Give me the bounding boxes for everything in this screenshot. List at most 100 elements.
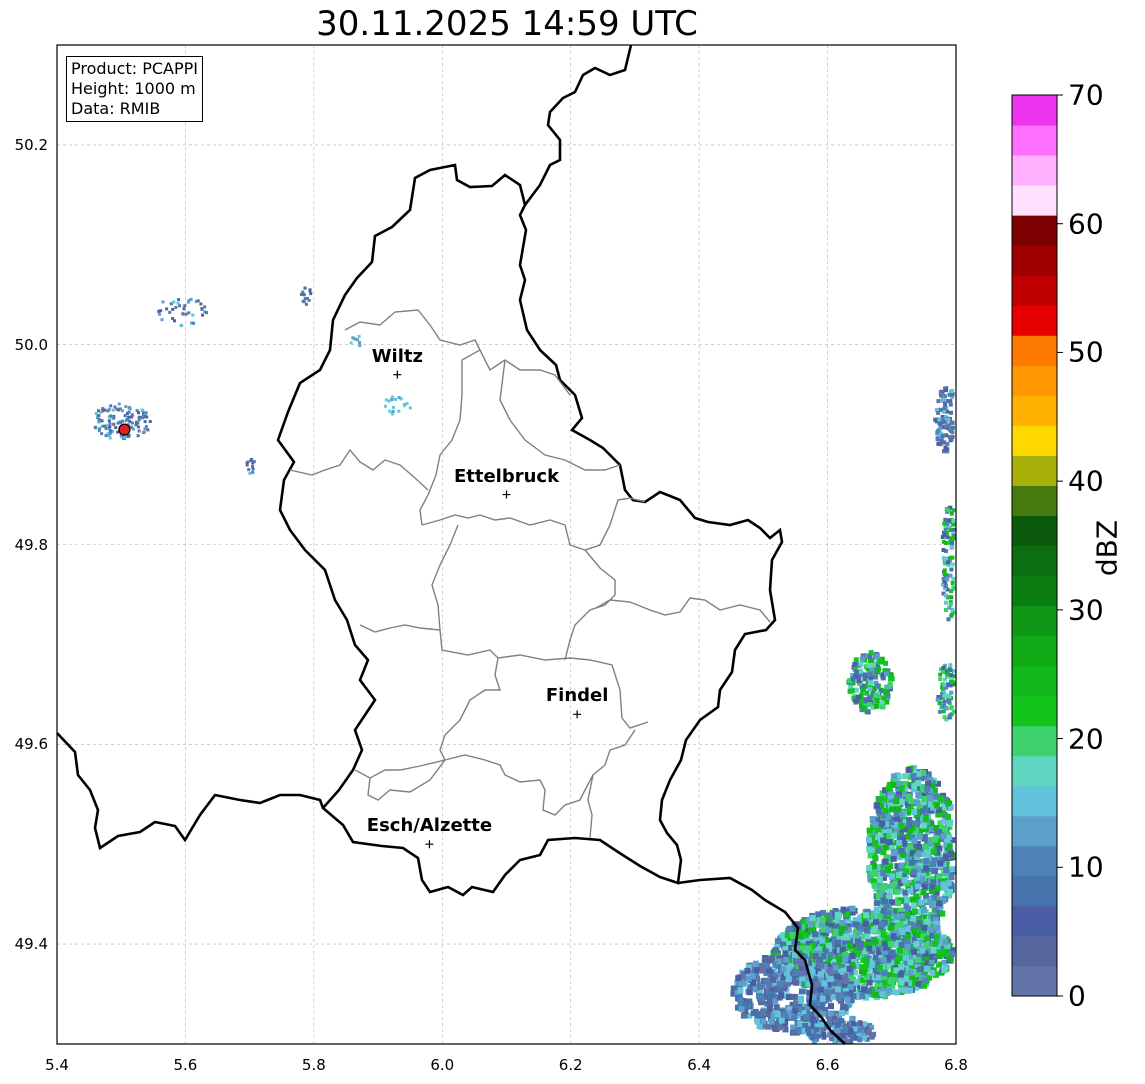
- echo-pixel: [383, 404, 387, 408]
- echo-pixel: [872, 992, 879, 998]
- echo-pixel: [904, 944, 911, 950]
- echo-pixel: [809, 1016, 816, 1023]
- echo-pixel: [358, 344, 362, 348]
- colorbar-swatch: [1012, 395, 1057, 426]
- echo-pixel: [798, 970, 805, 977]
- echo-pixel: [873, 674, 879, 680]
- echo-pixel: [947, 713, 952, 718]
- echo-pixel: [904, 926, 911, 933]
- echo-pixel: [945, 442, 950, 446]
- echo-pixel: [109, 404, 113, 408]
- echo-pixel: [886, 839, 893, 845]
- echo-pixel: [890, 781, 897, 788]
- echo-pixel: [950, 420, 955, 425]
- echo-pixel: [123, 436, 127, 440]
- echo-pixel: [117, 408, 120, 412]
- echo-pixel: [744, 967, 751, 974]
- radar-echoes: [93, 286, 956, 1044]
- echo-pixel: [843, 1028, 849, 1034]
- echo-pixel: [915, 792, 922, 799]
- colorbar-swatch: [1012, 935, 1057, 967]
- city-marker: [502, 490, 511, 499]
- echo-pixel: [946, 843, 953, 850]
- echo-pixel: [181, 312, 185, 316]
- echo-pixel: [249, 459, 253, 463]
- echo-pixel: [935, 437, 940, 442]
- echo-pixel: [885, 988, 892, 995]
- echo-pixel: [949, 567, 954, 572]
- colorbar-tick-label: 0: [1068, 979, 1086, 1013]
- echo-pixel: [160, 318, 164, 322]
- echo-pixel: [825, 989, 832, 996]
- echo-pixel: [916, 833, 923, 840]
- echo-pixel: [943, 527, 948, 532]
- echo-pixel: [859, 656, 865, 662]
- x-tick-label: 5.6: [173, 1056, 198, 1074]
- echo-pixel: [867, 702, 873, 707]
- colorbar-tick-label: 70: [1068, 78, 1104, 112]
- echo-pixel: [816, 956, 823, 963]
- canton-border: [354, 729, 636, 816]
- colorbar-swatch: [1012, 575, 1057, 607]
- echo-pixel: [949, 511, 954, 516]
- echo-pixel: [941, 577, 946, 581]
- echo-pixel: [938, 426, 943, 431]
- echo-pixel: [108, 422, 112, 426]
- echo-pixel: [947, 595, 952, 600]
- echo-pixel: [789, 932, 796, 938]
- echo-pixel: [125, 417, 129, 421]
- echo-pixel: [943, 853, 950, 860]
- echo-pixel: [880, 849, 887, 856]
- echo-pixel: [97, 414, 101, 418]
- canton-border: [421, 497, 646, 551]
- echo-pixel: [783, 956, 790, 963]
- echo-pixel: [942, 521, 947, 526]
- echo-pixel: [832, 1016, 838, 1021]
- echo-pixel: [898, 785, 905, 792]
- echo-pixel: [392, 405, 395, 409]
- echo-pixel: [846, 966, 853, 972]
- y-tick-label: 50.0: [14, 335, 48, 354]
- echo-pixel: [798, 995, 805, 1002]
- echo-pixel: [947, 605, 952, 610]
- canton-borders: [289, 309, 771, 839]
- map-grid: [56, 45, 957, 1044]
- echo-pixel: [107, 419, 111, 423]
- echo-pixel: [812, 931, 819, 938]
- canton-border: [344, 309, 481, 526]
- echo-pixel: [906, 817, 913, 823]
- echo-pixel: [949, 690, 954, 695]
- echo-pixel: [107, 407, 111, 411]
- echo-pixel: [821, 1034, 827, 1040]
- echo-pixel: [102, 424, 106, 428]
- echo-pixel: [942, 682, 947, 687]
- echo-pixel: [951, 527, 956, 532]
- colorbar-swatch: [1012, 335, 1057, 366]
- echo-pixel: [848, 983, 855, 990]
- echo-pixel: [924, 918, 931, 925]
- echo-pixel: [945, 800, 952, 807]
- city-marker: [573, 710, 582, 719]
- echo-pixel: [941, 967, 948, 974]
- echo-pixel: [920, 822, 927, 829]
- echo-pixel: [894, 913, 901, 920]
- echo-pixel: [384, 398, 388, 402]
- echo-pixel: [810, 1035, 816, 1041]
- echo-pixel: [792, 1007, 799, 1014]
- echo-pixel: [873, 900, 880, 907]
- echo-pixel: [861, 705, 867, 711]
- echo-pixel: [936, 949, 943, 956]
- echo-pixel: [942, 572, 947, 576]
- echo-pixel: [845, 1038, 851, 1044]
- echo-pixel: [868, 650, 874, 656]
- x-tick-label: 6.8: [944, 1056, 968, 1074]
- echo-pixel: [778, 992, 785, 999]
- echo-pixel: [911, 783, 918, 790]
- echo-pixel: [941, 548, 946, 552]
- echo-pixel: [911, 868, 918, 875]
- echo-pixel: [944, 388, 949, 393]
- height-label: Height: 1000 m: [71, 79, 196, 98]
- echo-pixel: [112, 416, 116, 420]
- echo-pixel: [880, 704, 886, 710]
- echo-pixel: [898, 979, 905, 986]
